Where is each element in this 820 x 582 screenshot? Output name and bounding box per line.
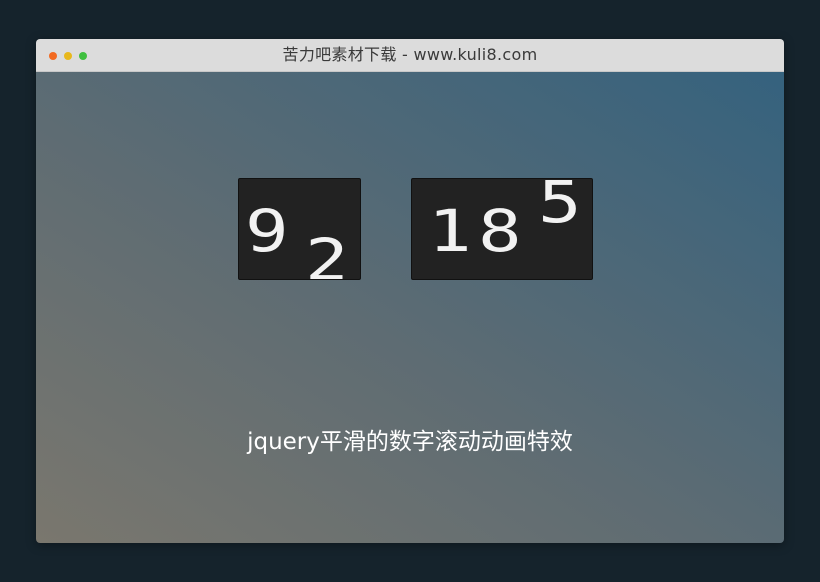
counter-digit-rolling: 5 (538, 178, 582, 236)
number-counter-first: 9 1 2 (238, 178, 361, 280)
window-title: 苦力吧素材下载 - www.kuli8.com (282, 45, 538, 64)
counter-digit-rolling-in: 2 (305, 226, 349, 280)
counter-digit: 1 (428, 197, 472, 265)
demo-caption: jquery平滑的数字滚动动画特效 (247, 429, 573, 455)
demo-content: 9 1 2 1 8 5 jquery平滑的数字滚动动画特效 (36, 72, 784, 543)
number-counter-second: 1 8 5 (411, 178, 593, 280)
counter-digit-rolling-out: 1 (319, 179, 360, 188)
title-bar: 苦力吧素材下载 - www.kuli8.com (36, 39, 784, 72)
counter-digit: 9 (245, 197, 289, 265)
counter-digit: 8 (478, 197, 522, 265)
browser-window: 苦力吧素材下载 - www.kuli8.com 9 1 2 1 8 5 jque… (36, 39, 784, 543)
